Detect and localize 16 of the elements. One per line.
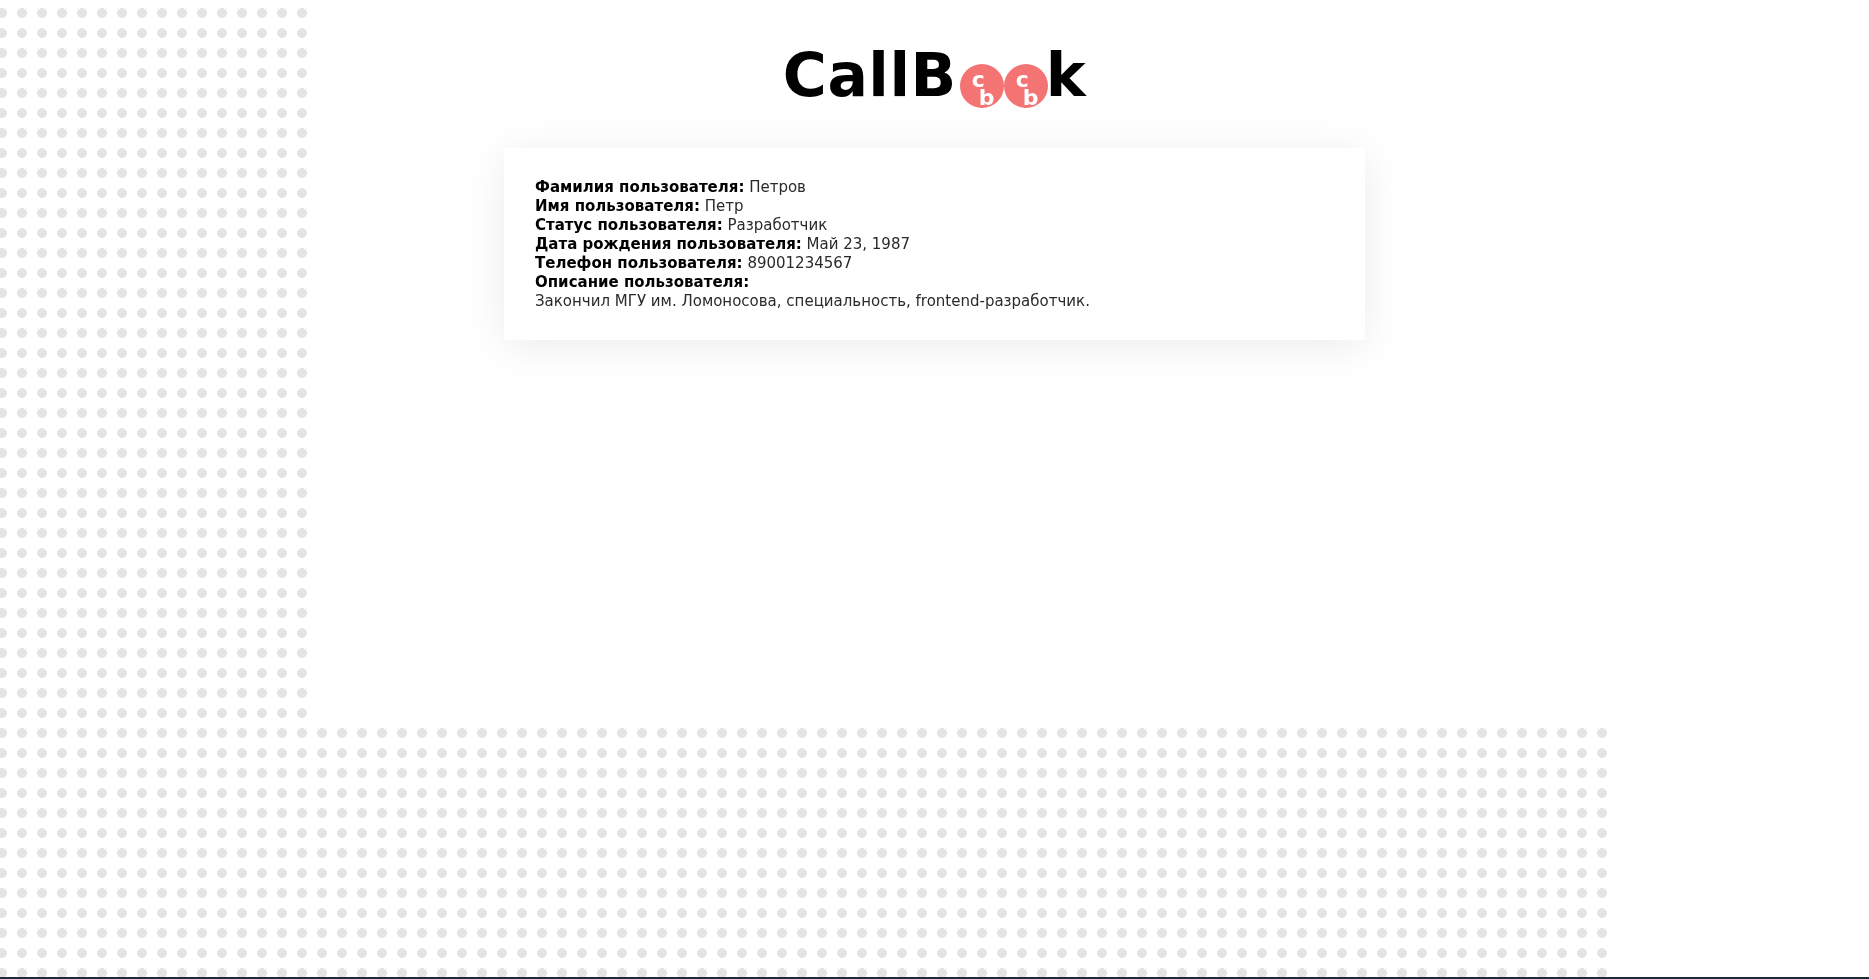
description-text: Закончил МГУ им. Ломоносова, специальность, frontend-разработчик. bbox=[535, 292, 1090, 310]
field-value: Разработчик bbox=[727, 216, 828, 234]
logo-mark: cb bbox=[1003, 64, 1048, 108]
field-label: Фамилия пользователя: bbox=[535, 178, 745, 196]
field-label: Дата рождения пользователя: bbox=[535, 235, 802, 253]
field-value: 89001234567 bbox=[747, 254, 853, 272]
field-label: Статус пользователя: bbox=[535, 216, 723, 234]
field-value: Петров bbox=[749, 178, 806, 196]
field-label: Описание пользователя: bbox=[535, 273, 750, 291]
logo-mark: cb bbox=[959, 64, 1004, 108]
field-label: Телефон пользователя: bbox=[535, 254, 743, 272]
field-label: Имя пользователя: bbox=[535, 197, 700, 215]
logo-text: k bbox=[1045, 45, 1087, 105]
field-value: Май 23, 1987 bbox=[806, 235, 910, 253]
field-value: Петр bbox=[704, 197, 744, 215]
logo-text: CallB bbox=[782, 45, 957, 105]
